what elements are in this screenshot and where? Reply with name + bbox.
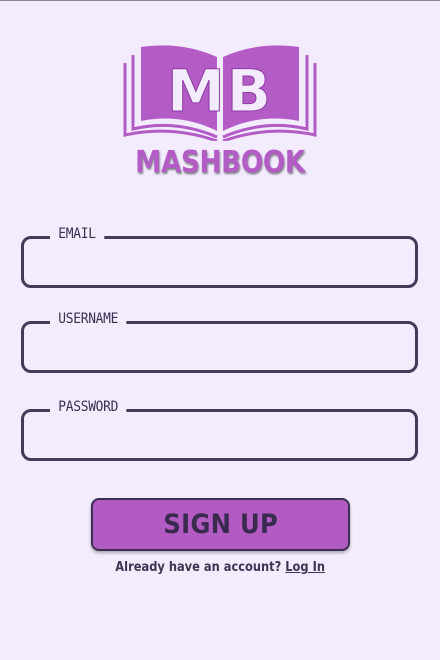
password-input[interactable] bbox=[24, 412, 415, 458]
login-link[interactable]: Log In bbox=[285, 560, 325, 575]
username-label: USERNAME bbox=[50, 311, 127, 327]
login-prompt: Already have an account? Log In bbox=[0, 560, 440, 575]
logo-initial-m: MB bbox=[167, 57, 273, 125]
app-logo: MB MASHBOOK bbox=[0, 41, 440, 180]
signup-button[interactable]: SIGN UP bbox=[91, 498, 350, 551]
email-field-frame: EMAIL bbox=[21, 226, 418, 288]
password-field-frame: PASSWORD bbox=[21, 399, 418, 461]
email-input[interactable] bbox=[24, 239, 415, 285]
email-label: EMAIL bbox=[50, 226, 104, 242]
login-prompt-text: Already have an account? bbox=[115, 560, 282, 575]
signup-button-label: SIGN UP bbox=[163, 509, 278, 540]
username-field-frame: USERNAME bbox=[21, 311, 418, 373]
username-input[interactable] bbox=[24, 324, 415, 370]
open-book-icon: MB bbox=[123, 45, 317, 141]
brand-name: MASHBOOK bbox=[135, 145, 305, 180]
password-label: PASSWORD bbox=[50, 399, 127, 415]
